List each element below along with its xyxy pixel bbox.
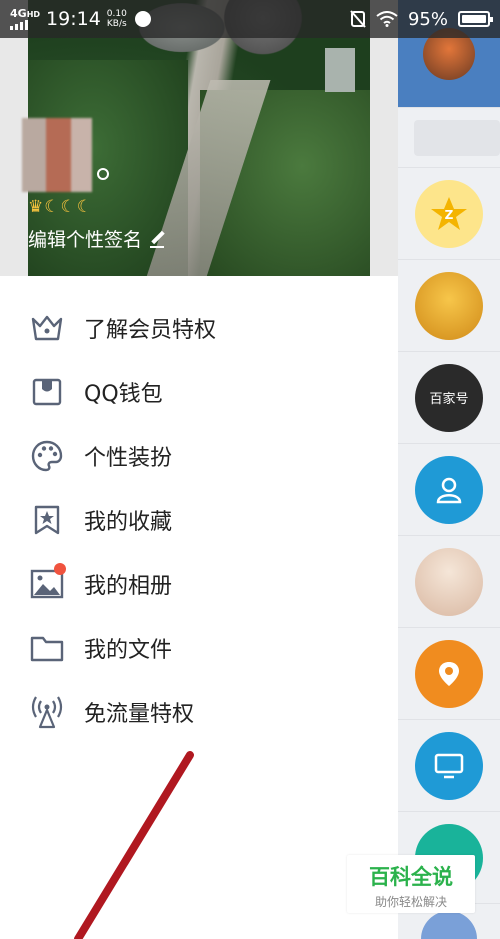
chat-location[interactable] (398, 628, 500, 720)
menu-item-my-files[interactable]: 我的文件 (0, 616, 398, 680)
wallet-icon (30, 375, 64, 409)
menu-item-photo-album[interactable]: 我的相册 (0, 552, 398, 616)
photo-album-icon (30, 563, 66, 601)
chat-qzone[interactable]: Z (398, 168, 500, 260)
blurred-region (325, 48, 355, 92)
menu-item-label: QQ钱包 (84, 382, 163, 407)
folder-icon (30, 631, 64, 665)
chat-computer[interactable] (398, 720, 500, 812)
menu-item-free-data[interactable]: 免流量特权 (0, 680, 398, 744)
menu-item-vip-privileges[interactable]: 了解会员特权 (0, 296, 398, 360)
location-icon (415, 639, 483, 708)
edit-signature-button[interactable]: 编辑个性签名 (28, 225, 166, 252)
online-status-icon (97, 168, 109, 180)
bookmark-star-icon (30, 503, 64, 537)
mute-icon (350, 10, 366, 28)
pencil-icon (148, 230, 166, 248)
chat-novel[interactable] (398, 536, 500, 628)
menu-item-label: 我的收藏 (84, 510, 173, 535)
crown-icon (30, 311, 64, 345)
novel-avatar (415, 547, 483, 616)
qzone-star-icon: Z (415, 179, 483, 248)
watermark-subtitle: 助你轻松解决 (374, 895, 447, 909)
watermark-title: 百科全说 (369, 865, 453, 889)
network-indicator: 4GHD (10, 8, 40, 30)
app-notification-icon (134, 11, 151, 27)
menu-item-label: 免流量特权 (84, 702, 195, 727)
menu-item-label: 我的相册 (84, 574, 173, 599)
chat-contacts[interactable] (398, 444, 500, 536)
avatar[interactable] (22, 118, 92, 192)
battery-percent: 95% (407, 8, 448, 30)
chat-baijiahao[interactable]: 百家号 (398, 352, 500, 444)
monitor-icon (415, 731, 483, 800)
notification-dot (54, 563, 66, 575)
svg-text:Z: Z (445, 208, 454, 222)
menu-item-qq-wallet[interactable]: QQ钱包 (0, 360, 398, 424)
contacts-icon (415, 455, 483, 524)
clock: 19:14 (46, 8, 101, 30)
watermark-logo: 百科全说 助你轻松解决 (347, 855, 475, 913)
menu-item-personalization[interactable]: 个性装扮 (0, 424, 398, 488)
search-bar-fragment[interactable] (398, 108, 500, 168)
battery-icon (458, 11, 493, 27)
edit-signature-label: 编辑个性签名 (28, 229, 143, 251)
wifi-icon (376, 11, 398, 27)
avatar (421, 911, 477, 939)
antenna-icon (30, 695, 64, 729)
baijiahao-label: 百家号 (429, 392, 469, 407)
menu-item-label: 我的文件 (84, 638, 173, 663)
baijiahao-avatar: 百家号 (415, 363, 483, 432)
menu-item-favorites[interactable]: 我的收藏 (0, 488, 398, 552)
level-badges: ♛☾☾☾ (28, 197, 93, 217)
background-chat-list: Z 百家号 (398, 0, 500, 939)
palette-icon (30, 439, 64, 473)
status-bar: 4GHD 19:14 0.10 KB/s 95% (0, 0, 500, 38)
network-speed: 0.10 KB/s (106, 9, 127, 29)
bee-avatar (415, 271, 483, 340)
chat-bee[interactable] (398, 260, 500, 352)
menu-item-label: 了解会员特权 (84, 318, 217, 343)
drawer-menu: 了解会员特权 QQ钱包 个性装扮 我的收藏 我的相册 我的文件 免流量特权 (0, 296, 398, 744)
profile-header: ♛☾☾☾ 编辑个性签名 (0, 0, 398, 276)
menu-item-label: 个性装扮 (84, 446, 173, 471)
